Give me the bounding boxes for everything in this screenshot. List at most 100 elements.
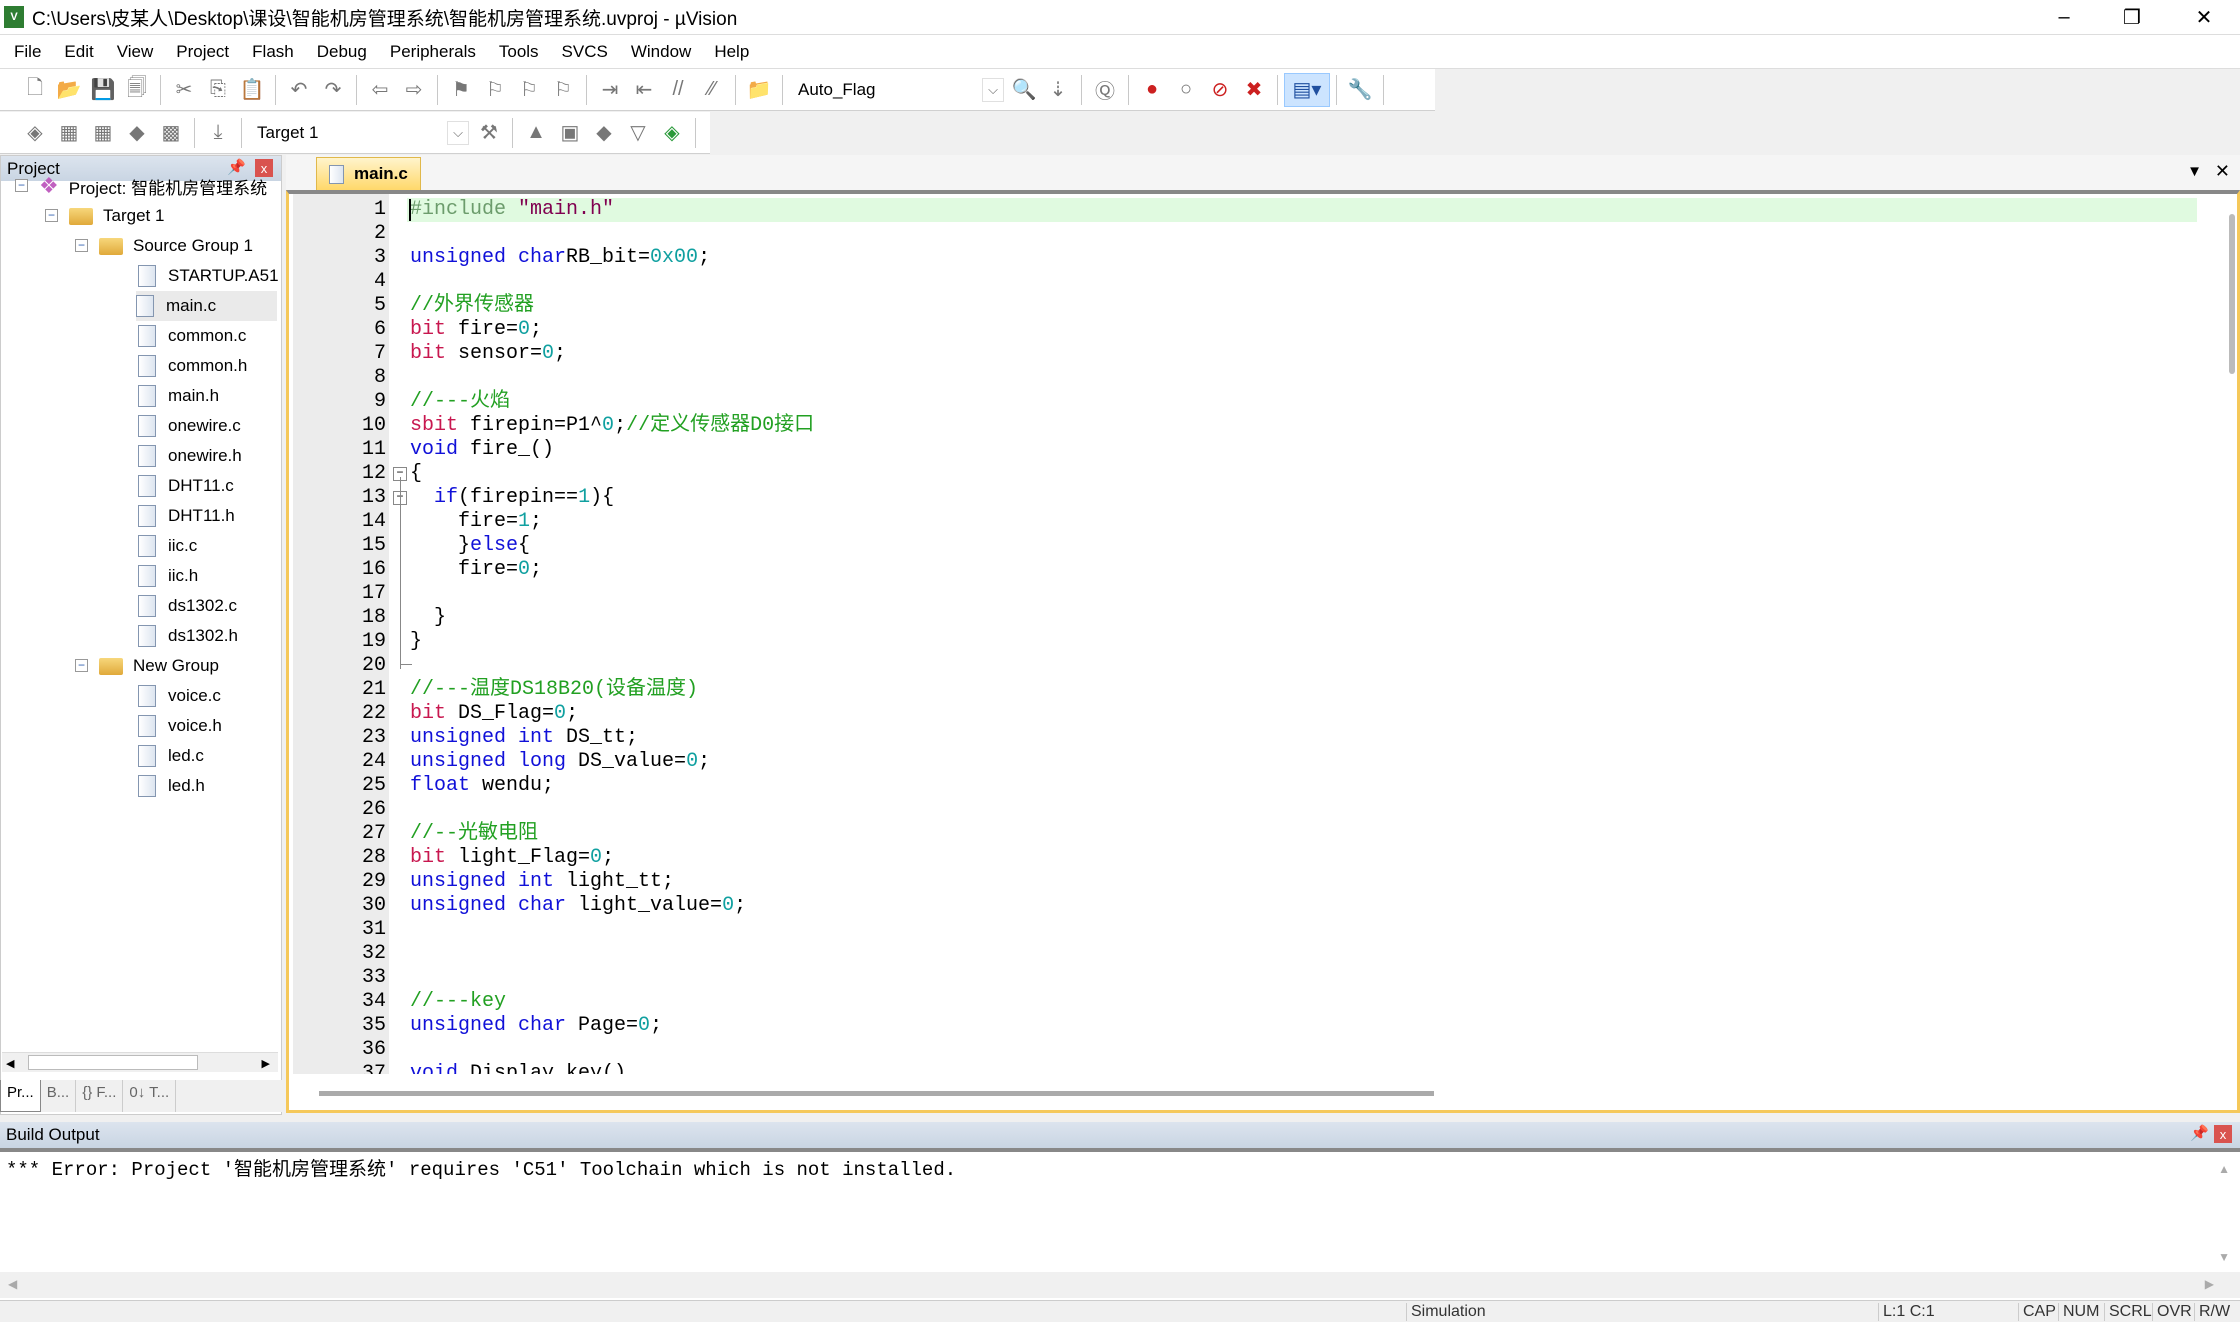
code-line[interactable]: float wendu;: [410, 774, 554, 798]
close-window-button[interactable]: ✕: [2170, 0, 2238, 34]
code-line[interactable]: //---key: [410, 990, 506, 1014]
tree-item-file[interactable]: main.h: [138, 381, 239, 411]
open-file-icon[interactable]: 📂: [52, 73, 86, 107]
copy-icon[interactable]: ⎘: [201, 73, 235, 107]
tree-item-file[interactable]: common.c: [138, 321, 266, 351]
pin-icon[interactable]: 📌: [2190, 1124, 2209, 1142]
tree-item-file[interactable]: ds1302.h: [138, 621, 258, 651]
menu-peripherals[interactable]: Peripherals: [390, 42, 476, 62]
batch-build-icon[interactable]: ◆: [120, 116, 154, 150]
collapse-icon[interactable]: −: [75, 239, 88, 252]
menu-window[interactable]: Window: [631, 42, 691, 62]
tree-item-file[interactable]: STARTUP.A51: [138, 261, 299, 291]
menu-debug[interactable]: Debug: [317, 42, 367, 62]
comment-icon[interactable]: //: [661, 73, 695, 107]
menu-file[interactable]: File: [14, 42, 41, 62]
code-line[interactable]: {: [410, 462, 422, 486]
menu-svcs[interactable]: SVCS: [562, 42, 608, 62]
close-tab-icon[interactable]: ✕: [2215, 161, 2230, 182]
uncomment-icon[interactable]: ⁄⁄: [695, 73, 729, 107]
code-line[interactable]: void Display_key(): [410, 1062, 626, 1074]
chevron-down-icon[interactable]: ⌵: [447, 120, 469, 145]
find-icon[interactable]: 🔍: [1007, 73, 1041, 107]
editor-vertical-scrollbar[interactable]: [2229, 214, 2235, 374]
code-line[interactable]: bit fire=0;: [410, 318, 542, 342]
scroll-up-icon[interactable]: ▲: [2218, 1162, 2230, 1176]
scroll-right-icon[interactable]: ▶: [262, 1057, 270, 1070]
tree-item-file[interactable]: voice.c: [138, 681, 241, 711]
close-build-output-button[interactable]: x: [2214, 1125, 2232, 1143]
code-line[interactable]: #include "main.h": [410, 198, 614, 222]
tree-item-file[interactable]: voice.h: [138, 711, 242, 741]
select-pack-icon[interactable]: ▽: [621, 116, 655, 150]
incremental-find-icon[interactable]: ⇣: [1041, 73, 1075, 107]
build-icon[interactable]: ▦: [52, 116, 86, 150]
code-line[interactable]: unsigned char light_value=0;: [410, 894, 746, 918]
unindent-icon[interactable]: ⇤: [627, 73, 661, 107]
target-options-icon[interactable]: ⚒: [472, 116, 506, 150]
code-line[interactable]: void fire_(): [410, 438, 554, 462]
tree-item-file[interactable]: main.c: [136, 291, 277, 321]
menu-view[interactable]: View: [117, 42, 154, 62]
navigate-back-icon[interactable]: ⇦: [363, 73, 397, 107]
collapse-icon[interactable]: −: [15, 179, 28, 192]
enable-breakpoint-icon[interactable]: ○: [1169, 73, 1203, 107]
clear-bookmarks-icon[interactable]: ⚐: [546, 73, 580, 107]
pack-installer-icon[interactable]: ◆: [587, 116, 621, 150]
project-horizontal-scrollbar[interactable]: ◀ ▶: [2, 1052, 278, 1072]
bookmark-icon[interactable]: ⚑: [444, 73, 478, 107]
undo-icon[interactable]: ↶: [282, 73, 316, 107]
collapse-icon[interactable]: −: [75, 659, 88, 672]
scroll-right-icon[interactable]: ▶: [2205, 1277, 2214, 1291]
tab-main-c[interactable]: main.c: [316, 157, 421, 190]
download-icon[interactable]: ⤓: [201, 116, 235, 150]
editor-horizontal-scrollbar[interactable]: [319, 1091, 1434, 1096]
panel-tab-1[interactable]: B...: [41, 1080, 77, 1112]
tree-item-target[interactable]: − Target 1: [1, 201, 164, 231]
rte-icon[interactable]: ◈: [655, 116, 689, 150]
panel-tab-2[interactable]: {} F...: [76, 1080, 124, 1112]
stop-build-icon[interactable]: ▩: [154, 116, 188, 150]
insert-breakpoint-icon[interactable]: ●: [1135, 73, 1169, 107]
menu-help[interactable]: Help: [714, 42, 749, 62]
tree-item-project[interactable]: − ❖ Project: 智能机房管理系统: [1, 171, 267, 201]
code-line[interactable]: }: [410, 606, 446, 630]
scroll-left-icon[interactable]: ◀: [8, 1277, 17, 1291]
tree-item-file[interactable]: iic.c: [138, 531, 217, 561]
window-layout-icon[interactable]: ▤▾: [1284, 72, 1330, 107]
code-line[interactable]: sbit firepin=P1^0;//定义传感器D0接口: [410, 414, 814, 438]
rebuild-icon[interactable]: ▦: [86, 116, 120, 150]
code-line[interactable]: if(firepin==1){: [410, 486, 614, 510]
code-line[interactable]: bit DS_Flag=0;: [410, 702, 578, 726]
minimize-button[interactable]: –: [2030, 0, 2098, 34]
indent-icon[interactable]: ⇥: [593, 73, 627, 107]
code-line[interactable]: }else{: [410, 534, 530, 558]
options-icon[interactable]: ▲: [519, 116, 553, 150]
kill-all-breakpoints-icon[interactable]: ✖: [1237, 73, 1271, 107]
scroll-down-icon[interactable]: ▼: [2218, 1250, 2230, 1264]
menu-tools[interactable]: Tools: [499, 42, 539, 62]
paste-icon[interactable]: 📋: [235, 73, 269, 107]
find-combo[interactable]: Auto_Flag ⌵: [789, 74, 1007, 105]
code-line[interactable]: }: [410, 630, 422, 654]
restore-button[interactable]: ❐: [2098, 0, 2166, 34]
prev-bookmark-icon[interactable]: ⚐: [478, 73, 512, 107]
find-in-files-icon[interactable]: 📁: [742, 73, 776, 107]
tree-item-file[interactable]: iic.h: [138, 561, 218, 591]
translate-icon[interactable]: ◈: [18, 116, 52, 150]
code-line[interactable]: unsigned charRB_bit=0x00;: [410, 246, 710, 270]
save-icon[interactable]: 💾: [86, 73, 120, 107]
tree-item-file[interactable]: ds1302.c: [138, 591, 257, 621]
tree-item-group[interactable]: − Source Group 1: [1, 231, 253, 261]
manage-components-icon[interactable]: ▣: [553, 116, 587, 150]
scroll-thumb[interactable]: [28, 1055, 198, 1070]
tree-item-file[interactable]: led.h: [138, 771, 225, 801]
save-all-icon[interactable]: 🗐: [120, 73, 154, 107]
disable-all-breakpoints-icon[interactable]: ⊘: [1203, 73, 1237, 107]
redo-icon[interactable]: ↷: [316, 73, 350, 107]
collapse-icon[interactable]: −: [45, 209, 58, 222]
code-line[interactable]: unsigned int DS_tt;: [410, 726, 638, 750]
target-select[interactable]: Target 1 ⌵: [248, 117, 472, 148]
code-line[interactable]: unsigned char Page=0;: [410, 1014, 662, 1038]
tree-item-file[interactable]: onewire.h: [138, 441, 262, 471]
